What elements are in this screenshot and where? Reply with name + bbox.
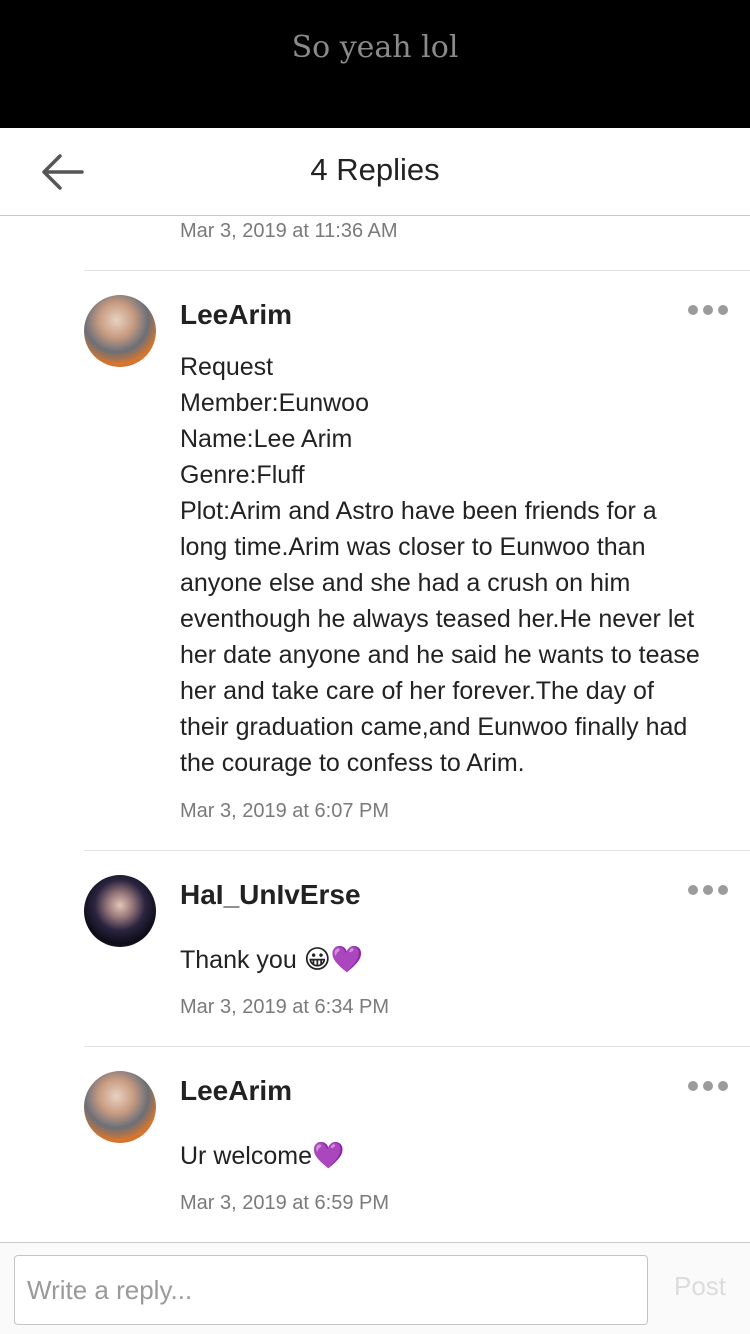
more-dot bbox=[703, 305, 713, 315]
reply-composer: Post bbox=[0, 1242, 750, 1334]
reply-username[interactable]: LeeArim bbox=[180, 299, 292, 331]
reply-line: Genre:Fluff bbox=[180, 461, 305, 489]
reply-item: HaI_UnIvErse Thank you 😀💜 Mar 3, 2019 at… bbox=[84, 850, 750, 1046]
emoji: 😀💜 bbox=[303, 944, 364, 974]
more-dot bbox=[688, 885, 698, 895]
more-dot bbox=[688, 1081, 698, 1091]
reply-line: long time.Arim was closer to Eunwoo than bbox=[180, 533, 646, 561]
reply-line: the courage to confess to Arim. bbox=[180, 749, 525, 777]
reply-timestamp: Mar 3, 2019 at 6:59 PM bbox=[180, 1192, 390, 1214]
post-image-banner: So yeah lol bbox=[0, 0, 750, 128]
reply-line: Name:Lee Arim bbox=[180, 425, 353, 453]
avatar[interactable] bbox=[84, 295, 156, 367]
more-dot bbox=[703, 885, 713, 895]
avatar[interactable] bbox=[84, 1071, 156, 1143]
more-options-button[interactable] bbox=[684, 297, 732, 321]
more-dot bbox=[703, 1081, 713, 1091]
avatar[interactable] bbox=[84, 875, 156, 947]
reply-line: her date anyone and he said he wants to … bbox=[180, 641, 700, 669]
more-options-button[interactable] bbox=[684, 1073, 732, 1097]
reply-line: Member:Eunwoo bbox=[180, 389, 369, 417]
banner-text: So yeah lol bbox=[291, 30, 459, 65]
reply-username[interactable]: LeeArim bbox=[180, 1075, 292, 1107]
more-dot bbox=[718, 305, 728, 315]
reply-timestamp: Mar 3, 2019 at 6:34 PM bbox=[180, 996, 390, 1018]
more-options-button[interactable] bbox=[684, 877, 732, 901]
more-dot bbox=[718, 885, 728, 895]
reply-username[interactable]: HaI_UnIvErse bbox=[180, 879, 361, 911]
previous-reply-timestamp: Mar 3, 2019 at 11:36 AM bbox=[180, 220, 398, 242]
reply-timestamp: Mar 3, 2019 at 6:07 PM bbox=[180, 800, 390, 822]
reply-line: anyone else and she had a crush on him bbox=[180, 569, 631, 597]
post-button[interactable]: Post bbox=[660, 1271, 740, 1302]
reply-input[interactable] bbox=[14, 1255, 648, 1325]
reply-body: Ur welcome💜 bbox=[180, 1137, 740, 1174]
replies-list: Mar 3, 2019 at 11:36 AM LeeArim Request … bbox=[0, 217, 750, 1242]
emoji: 💜 bbox=[311, 1140, 345, 1170]
reply-line: Request bbox=[180, 353, 274, 381]
reply-text: Thank you bbox=[180, 946, 297, 974]
reply-item: LeeArim Ur welcome💜 Mar 3, 2019 at 6:59 … bbox=[84, 1046, 750, 1242]
reply-text: Ur welcome bbox=[180, 1142, 312, 1170]
more-dot bbox=[718, 1081, 728, 1091]
reply-line: their graduation came,and Eunwoo finally… bbox=[180, 713, 688, 741]
reply-line: eventhough he always teased her.He never… bbox=[180, 605, 695, 633]
header: 4 Replies bbox=[0, 128, 750, 216]
reply-body: Thank you 😀💜 bbox=[180, 941, 740, 978]
reply-line: Plot:Arim and Astro have been friends fo… bbox=[180, 497, 657, 525]
reply-item: LeeArim Request Member:Eunwoo Name:Lee A… bbox=[84, 270, 750, 850]
page-title: 4 Replies bbox=[310, 152, 440, 187]
more-dot bbox=[688, 305, 698, 315]
reply-line: her and take care of her forever.The day… bbox=[180, 677, 654, 705]
reply-body: Request Member:Eunwoo Name:Lee Arim Genr… bbox=[180, 349, 740, 781]
